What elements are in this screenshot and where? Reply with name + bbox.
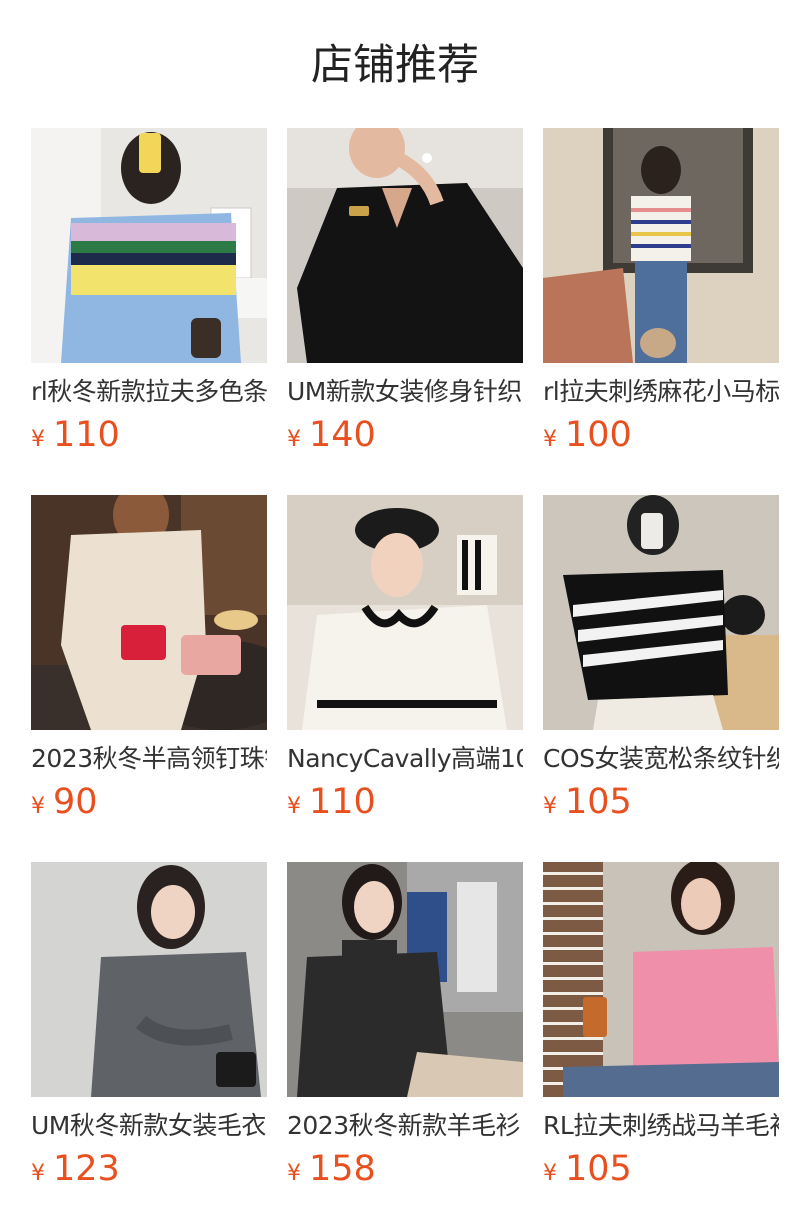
product-price: 105 xyxy=(565,1149,632,1189)
product-card[interactable]: 2023秋冬半高领钉珠针织衫 ¥90 xyxy=(31,495,267,822)
product-price: 123 xyxy=(53,1149,120,1189)
product-image[interactable] xyxy=(31,495,267,730)
product-image[interactable] xyxy=(543,128,779,363)
currency-symbol: ¥ xyxy=(31,427,45,452)
price-row: ¥123 xyxy=(31,1149,267,1189)
product-image[interactable] xyxy=(543,495,779,730)
product-name: rl秋冬新款拉夫多色条纹羊毛针织衫 xyxy=(31,377,267,406)
currency-symbol: ¥ xyxy=(31,1161,45,1186)
product-price: 90 xyxy=(53,782,98,822)
product-name: 2023秋冬新款羊毛衫 xyxy=(287,1111,521,1140)
product-card[interactable]: rl秋冬新款拉夫多色条纹羊毛针织衫 ¥110 xyxy=(31,128,267,455)
price-row: ¥110 xyxy=(287,782,523,822)
product-price: 158 xyxy=(309,1149,376,1189)
product-name: UM新款女装修身针织开衫 xyxy=(287,377,523,406)
product-image[interactable] xyxy=(287,495,523,730)
product-price: 105 xyxy=(565,782,632,822)
price-row: ¥105 xyxy=(543,782,779,822)
currency-symbol: ¥ xyxy=(543,794,557,819)
product-price: 100 xyxy=(565,415,632,455)
product-price: 110 xyxy=(53,415,120,455)
currency-symbol: ¥ xyxy=(543,427,557,452)
currency-symbol: ¥ xyxy=(287,794,301,819)
product-image[interactable] xyxy=(31,128,267,363)
currency-symbol: ¥ xyxy=(543,1161,557,1186)
product-price: 140 xyxy=(309,415,376,455)
product-card[interactable]: rl拉夫刺绣麻花小马标针织衫 ¥100 xyxy=(543,128,779,455)
price-row: ¥90 xyxy=(31,782,267,822)
product-image[interactable] xyxy=(287,128,523,363)
product-card[interactable]: NancyCavally高端10... ¥110 xyxy=(287,495,523,822)
product-image[interactable] xyxy=(31,862,267,1097)
product-card[interactable]: UM新款女装修身针织开衫 ¥140 xyxy=(287,128,523,455)
product-grid: rl秋冬新款拉夫多色条纹羊毛针织衫 ¥110 UM新款女装修身针织开衫 ¥140 xyxy=(31,128,779,1189)
currency-symbol: ¥ xyxy=(31,794,45,819)
price-row: ¥158 xyxy=(287,1149,523,1189)
product-card[interactable]: RL拉夫刺绣战马羊毛衫 ¥105 xyxy=(543,862,779,1189)
price-row: ¥110 xyxy=(31,415,267,455)
section-title: 店铺推荐 xyxy=(310,40,479,89)
product-card[interactable]: UM秋冬新款女装毛衣 ¥123 xyxy=(31,862,267,1189)
product-card[interactable]: COS女装宽松条纹针织衫 ¥105 xyxy=(543,495,779,822)
product-name: rl拉夫刺绣麻花小马标针织衫 xyxy=(543,377,779,406)
price-row: ¥100 xyxy=(543,415,779,455)
product-name: NancyCavally高端10... xyxy=(287,744,523,773)
product-image[interactable] xyxy=(287,862,523,1097)
currency-symbol: ¥ xyxy=(287,1161,301,1186)
product-image[interactable] xyxy=(543,862,779,1097)
product-price: 110 xyxy=(309,782,376,822)
price-row: ¥140 xyxy=(287,415,523,455)
product-name: 2023秋冬半高领钉珠针织衫 xyxy=(31,744,267,773)
product-card[interactable]: 2023秋冬新款羊毛衫 ¥158 xyxy=(287,862,523,1189)
product-name: RL拉夫刺绣战马羊毛衫 xyxy=(543,1111,779,1140)
price-row: ¥105 xyxy=(543,1149,779,1189)
currency-symbol: ¥ xyxy=(287,427,301,452)
product-name: COS女装宽松条纹针织衫 xyxy=(543,744,779,773)
product-name: UM秋冬新款女装毛衣 xyxy=(31,1111,266,1140)
